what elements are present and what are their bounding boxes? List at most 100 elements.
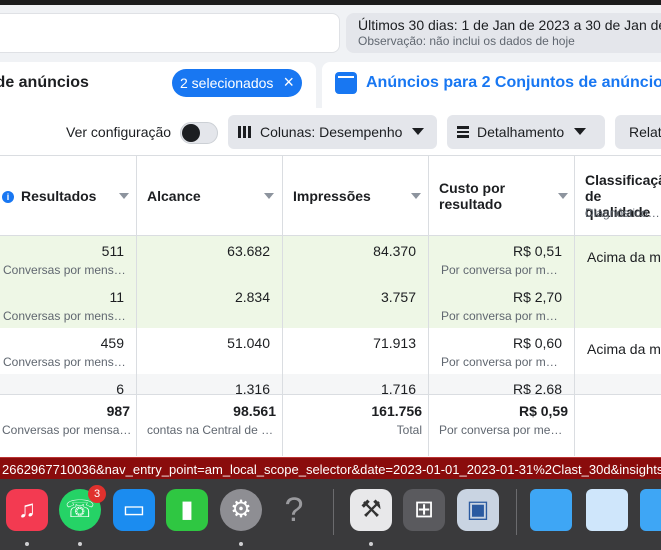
- total-impressions-sub: Total: [396, 423, 422, 437]
- quality-ranking: Acima da média: [587, 341, 661, 357]
- sort-caret-icon[interactable]: [411, 193, 421, 199]
- preview-app-icon[interactable]: ▣: [457, 489, 499, 531]
- total-impressions-cell: 161.756 Total: [283, 394, 429, 456]
- results-cell: 459 Conversas por mensagem iniciadas: [0, 328, 137, 374]
- results-subtext: Conversas por mensagem iniciadas: [3, 309, 130, 323]
- total-quality-cell: [575, 394, 661, 456]
- quality-cell: Acima da média: [575, 328, 661, 374]
- results-value: 11: [109, 289, 124, 305]
- quality-cell: [575, 282, 661, 328]
- columns-button[interactable]: Colunas: Desempenho: [228, 115, 437, 149]
- music-app-icon[interactable]: ♫: [6, 489, 48, 531]
- total-cost: R$ 0,59: [518, 403, 568, 419]
- running-indicator: [25, 542, 29, 546]
- automator-app-icon[interactable]: ⚒: [350, 489, 392, 531]
- selected-filter-pill[interactable]: 2 selecionados ×: [172, 69, 302, 97]
- ads-icon: [335, 72, 357, 94]
- adsets-section-header: Conjuntos de anúncios 2 selecionados ×: [0, 62, 316, 108]
- column-header-impressions[interactable]: Impressões: [283, 156, 429, 236]
- breakdown-button[interactable]: Detalhamento: [447, 115, 605, 149]
- cost-subtext: Por conversa por mensagem iniciada: [441, 309, 562, 323]
- results-value: 459: [100, 335, 124, 351]
- numbers-app-icon[interactable]: ▮: [166, 489, 208, 531]
- chevron-down-icon: [412, 128, 425, 135]
- impressions-cell: 84.370: [283, 236, 429, 282]
- view-config-toggle[interactable]: [180, 122, 218, 144]
- toggle-knob: [182, 124, 200, 142]
- total-results-cell: 987 Conversas por mensagem iniciadas: [0, 394, 137, 456]
- reach-cell: 2.834: [137, 282, 283, 328]
- results-subtext: Conversas por mensagem iniciadas: [3, 355, 130, 369]
- cost-cell: R$ 0,60 Por conversa por mensagem iniciad…: [429, 328, 575, 374]
- impressions-header-label: Impressões: [293, 188, 371, 204]
- adsets-title[interactable]: Conjuntos de anúncios: [0, 74, 89, 92]
- reach-cell: 51.040: [137, 328, 283, 374]
- reports-button[interactable]: Relatórios: [615, 115, 661, 149]
- reach-value: 63.682: [227, 243, 270, 259]
- reach-header-label: Alcance: [147, 188, 201, 204]
- chevron-down-icon: [574, 128, 587, 135]
- table-row[interactable]: 511 Conversas por mensagem iniciadas 63.68…: [0, 236, 661, 282]
- reach-cell: 63.682: [137, 236, 283, 282]
- results-header-label: Resultados: [21, 188, 97, 204]
- cost-header-label: Custo por resultado: [439, 180, 506, 212]
- column-header-results[interactable]: i Resultados: [0, 156, 137, 236]
- view-config-label: Ver configuração: [66, 124, 172, 140]
- running-indicator: [239, 542, 243, 546]
- column-header-cost[interactable]: Custo por resultado: [429, 156, 575, 236]
- screen: Últimos 30 dias: 1 de Jan de 2023 a 30 d…: [0, 0, 661, 550]
- reports-label: Relatórios: [629, 124, 661, 140]
- results-cell: 11 Conversas por mensagem iniciadas: [0, 282, 137, 328]
- sort-caret-icon[interactable]: [119, 193, 129, 199]
- cost-subtext: Por conversa por mensagem iniciada: [441, 263, 562, 277]
- quality-ranking: Acima da média: [587, 249, 661, 265]
- breakdown-label: Detalhamento: [477, 124, 565, 140]
- cost-cell: R$ 2,70 Por conversa por mensagem iniciad…: [429, 282, 575, 328]
- ads-section-tab[interactable]: Anúncios para 2 Conjuntos de anúncios: [322, 62, 661, 108]
- table-row[interactable]: 11 Conversas por mensagem iniciadas 2.834 3…: [0, 282, 661, 328]
- quality-cell: Acima da média: [575, 236, 661, 282]
- impressions-value: 71.913: [373, 335, 416, 351]
- system-settings-icon[interactable]: ⚙: [220, 489, 262, 531]
- total-cost-cell: R$ 0,59 Por conversa por mensagem inicia…: [429, 394, 575, 456]
- quality-header-sub: Diagnóstico de relevância do anúncio: [585, 206, 661, 220]
- status-url-bar: 2662967710036&nav_entry_point=am_local_s…: [0, 457, 661, 479]
- folder-icon[interactable]: [530, 489, 572, 531]
- cost-value: R$ 2,70: [512, 289, 562, 305]
- cost-subtext: Por conversa por mensagem iniciada: [441, 355, 562, 369]
- close-icon[interactable]: ×: [283, 72, 294, 92]
- total-cost-sub: Por conversa por mensagem iniciada: [439, 423, 568, 437]
- ads-manager-page: Últimos 30 dias: 1 de Jan de 2023 a 30 d…: [0, 5, 661, 457]
- column-header-quality[interactable]: Classificação de qualidade Diagnóstico d…: [575, 156, 661, 236]
- total-reach-cell: 98.561 contas na Central de Contas: [137, 394, 283, 456]
- impressions-cell: 71.913: [283, 328, 429, 374]
- results-cell: 511 Conversas por mensagem iniciadas: [0, 236, 137, 282]
- help-app-icon[interactable]: ?: [273, 489, 315, 531]
- total-reach: 98.561: [233, 403, 276, 419]
- results-value: 511: [101, 243, 124, 259]
- selected-filter-label: 2 selecionados: [180, 75, 274, 91]
- date-range-selector[interactable]: Últimos 30 dias: 1 de Jan de 2023 a 30 d…: [346, 13, 661, 53]
- total-results-sub: Conversas por mensagem iniciadas: [2, 423, 134, 437]
- sort-caret-icon[interactable]: [558, 193, 568, 199]
- table-row[interactable]: 459 Conversas por mensagem iniciadas 51.04…: [0, 328, 661, 374]
- window-icon[interactable]: [640, 489, 661, 531]
- finder-window-icon[interactable]: [586, 489, 628, 531]
- results-table: i Resultados Alcance Impressões Custo por…: [0, 155, 661, 457]
- notification-badge: 3: [88, 485, 106, 503]
- column-header-reach[interactable]: Alcance: [137, 156, 283, 236]
- calculator-app-icon[interactable]: ⊞: [403, 489, 445, 531]
- reach-value: 51.040: [227, 335, 270, 351]
- sort-caret-icon[interactable]: [264, 193, 274, 199]
- running-indicator: [369, 542, 373, 546]
- results-subtext: Conversas por mensagem iniciadas: [3, 263, 130, 277]
- info-icon[interactable]: i: [2, 191, 14, 203]
- reach-value: 2.834: [234, 289, 270, 305]
- search-input[interactable]: [0, 13, 340, 53]
- cost-value: R$ 0,60: [512, 335, 562, 351]
- dock-separator: [333, 489, 334, 535]
- total-reach-sub: contas na Central de Contas: [147, 423, 276, 437]
- columns-label: Colunas: Desempenho: [260, 124, 403, 140]
- keynote-app-icon[interactable]: ▭: [113, 489, 155, 531]
- dock-separator: [516, 489, 517, 535]
